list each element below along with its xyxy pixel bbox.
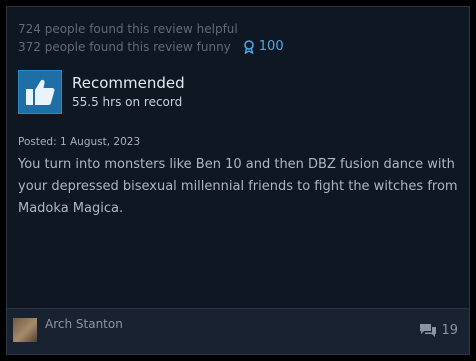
comments-icon — [420, 324, 437, 337]
helpful-count: 724 people found this review helpful — [18, 22, 238, 36]
recommendation-label: Recommended — [72, 74, 185, 92]
recommendation-text: Recommended 55.5 hrs on record — [72, 70, 185, 114]
recommendation-header[interactable]: Recommended 55.5 hrs on record — [18, 70, 185, 114]
author-name[interactable]: Arch Stanton — [45, 317, 123, 331]
funny-count-row: 372 people found this review funny 100 — [18, 38, 284, 56]
award-ribbon-icon — [243, 40, 254, 54]
thumbs-up-badge — [18, 70, 62, 114]
review-footer: Arch Stanton 19 — [7, 308, 469, 354]
avatar[interactable] — [13, 318, 37, 342]
helpful-stats: 724 people found this review helpful 372… — [18, 20, 284, 56]
review-body: You turn into monsters like Ben 10 and t… — [18, 157, 458, 216]
award-badge[interactable]: 100 — [243, 38, 284, 56]
review-card: 724 people found this review helpful 372… — [6, 6, 470, 355]
funny-count: 372 people found this review funny — [18, 40, 231, 54]
helpful-count-row: 724 people found this review helpful — [18, 20, 284, 38]
comments-link[interactable]: 19 — [419, 323, 458, 338]
posted-date: Posted: 1 August, 2023 — [18, 136, 141, 148]
comment-count: 19 — [441, 323, 458, 338]
award-count: 100 — [258, 39, 284, 54]
hours-on-record: 55.5 hrs on record — [72, 95, 183, 109]
thumbs-up-icon — [26, 79, 55, 105]
